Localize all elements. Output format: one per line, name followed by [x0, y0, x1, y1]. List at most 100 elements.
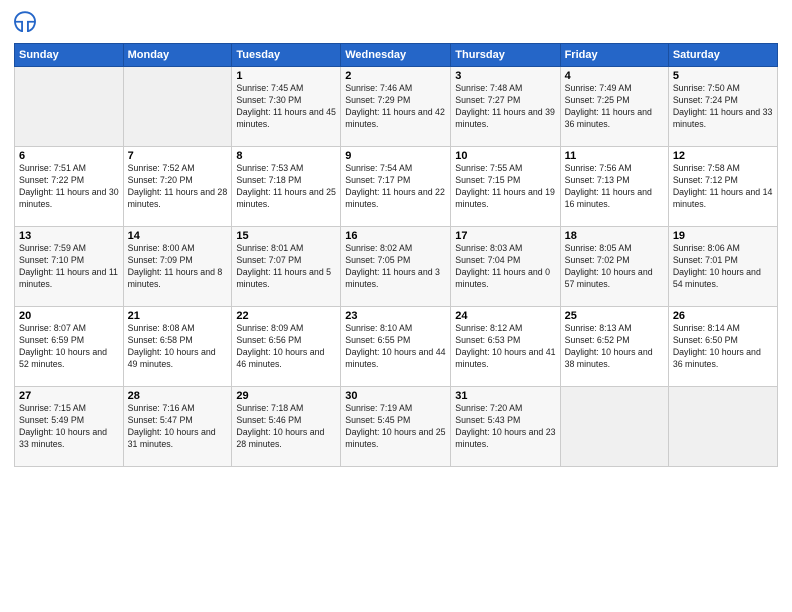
day-number: 27	[19, 390, 119, 402]
day-info: Sunrise: 7:20 AMSunset: 5:43 PMDaylight:…	[455, 403, 555, 449]
day-number: 11	[565, 150, 664, 162]
day-info: Sunrise: 8:01 AMSunset: 7:07 PMDaylight:…	[236, 243, 331, 289]
calendar-cell: 11Sunrise: 7:56 AMSunset: 7:13 PMDayligh…	[560, 147, 668, 227]
day-number: 25	[565, 310, 664, 322]
day-number: 1	[236, 70, 336, 82]
day-info: Sunrise: 7:49 AMSunset: 7:25 PMDaylight:…	[565, 83, 652, 129]
day-number: 5	[673, 70, 773, 82]
day-info: Sunrise: 7:51 AMSunset: 7:22 PMDaylight:…	[19, 163, 119, 209]
day-info: Sunrise: 8:08 AMSunset: 6:58 PMDaylight:…	[128, 323, 216, 369]
day-number: 28	[128, 390, 228, 402]
day-info: Sunrise: 8:14 AMSunset: 6:50 PMDaylight:…	[673, 323, 761, 369]
day-info: Sunrise: 8:13 AMSunset: 6:52 PMDaylight:…	[565, 323, 653, 369]
day-info: Sunrise: 8:03 AMSunset: 7:04 PMDaylight:…	[455, 243, 550, 289]
calendar-cell: 20Sunrise: 8:07 AMSunset: 6:59 PMDayligh…	[15, 307, 124, 387]
day-number: 29	[236, 390, 336, 402]
day-of-week-header: Friday	[560, 44, 668, 67]
calendar-header-row: SundayMondayTuesdayWednesdayThursdayFrid…	[15, 44, 778, 67]
calendar-cell: 14Sunrise: 8:00 AMSunset: 7:09 PMDayligh…	[123, 227, 232, 307]
day-of-week-header: Sunday	[15, 44, 124, 67]
calendar-cell: 19Sunrise: 8:06 AMSunset: 7:01 PMDayligh…	[668, 227, 777, 307]
calendar-cell: 27Sunrise: 7:15 AMSunset: 5:49 PMDayligh…	[15, 387, 124, 467]
calendar-cell: 24Sunrise: 8:12 AMSunset: 6:53 PMDayligh…	[451, 307, 560, 387]
day-of-week-header: Thursday	[451, 44, 560, 67]
day-number: 22	[236, 310, 336, 322]
day-number: 6	[19, 150, 119, 162]
calendar-week-row: 1Sunrise: 7:45 AMSunset: 7:30 PMDaylight…	[15, 67, 778, 147]
day-number: 3	[455, 70, 555, 82]
day-info: Sunrise: 7:53 AMSunset: 7:18 PMDaylight:…	[236, 163, 336, 209]
day-number: 24	[455, 310, 555, 322]
calendar-cell: 21Sunrise: 8:08 AMSunset: 6:58 PMDayligh…	[123, 307, 232, 387]
calendar-cell: 18Sunrise: 8:05 AMSunset: 7:02 PMDayligh…	[560, 227, 668, 307]
day-number: 31	[455, 390, 555, 402]
calendar-cell: 2Sunrise: 7:46 AMSunset: 7:29 PMDaylight…	[341, 67, 451, 147]
day-number: 9	[345, 150, 446, 162]
day-info: Sunrise: 7:50 AMSunset: 7:24 PMDaylight:…	[673, 83, 773, 129]
calendar-week-row: 6Sunrise: 7:51 AMSunset: 7:22 PMDaylight…	[15, 147, 778, 227]
header	[14, 10, 778, 37]
day-number: 17	[455, 230, 555, 242]
calendar-cell: 26Sunrise: 8:14 AMSunset: 6:50 PMDayligh…	[668, 307, 777, 387]
day-number: 23	[345, 310, 446, 322]
day-info: Sunrise: 8:05 AMSunset: 7:02 PMDaylight:…	[565, 243, 653, 289]
logo-icon	[14, 10, 36, 32]
day-of-week-header: Saturday	[668, 44, 777, 67]
calendar-cell: 30Sunrise: 7:19 AMSunset: 5:45 PMDayligh…	[341, 387, 451, 467]
calendar-cell: 29Sunrise: 7:18 AMSunset: 5:46 PMDayligh…	[232, 387, 341, 467]
day-number: 8	[236, 150, 336, 162]
calendar-cell: 5Sunrise: 7:50 AMSunset: 7:24 PMDaylight…	[668, 67, 777, 147]
calendar-cell: 13Sunrise: 7:59 AMSunset: 7:10 PMDayligh…	[15, 227, 124, 307]
day-info: Sunrise: 8:00 AMSunset: 7:09 PMDaylight:…	[128, 243, 223, 289]
calendar-cell: 4Sunrise: 7:49 AMSunset: 7:25 PMDaylight…	[560, 67, 668, 147]
calendar-table: SundayMondayTuesdayWednesdayThursdayFrid…	[14, 43, 778, 467]
day-number: 20	[19, 310, 119, 322]
day-info: Sunrise: 7:58 AMSunset: 7:12 PMDaylight:…	[673, 163, 773, 209]
day-of-week-header: Wednesday	[341, 44, 451, 67]
day-info: Sunrise: 8:12 AMSunset: 6:53 PMDaylight:…	[455, 323, 555, 369]
calendar-week-row: 27Sunrise: 7:15 AMSunset: 5:49 PMDayligh…	[15, 387, 778, 467]
day-info: Sunrise: 7:52 AMSunset: 7:20 PMDaylight:…	[128, 163, 228, 209]
calendar-cell: 6Sunrise: 7:51 AMSunset: 7:22 PMDaylight…	[15, 147, 124, 227]
day-number: 26	[673, 310, 773, 322]
day-info: Sunrise: 7:18 AMSunset: 5:46 PMDaylight:…	[236, 403, 324, 449]
day-number: 2	[345, 70, 446, 82]
day-number: 14	[128, 230, 228, 242]
calendar-cell: 28Sunrise: 7:16 AMSunset: 5:47 PMDayligh…	[123, 387, 232, 467]
day-info: Sunrise: 8:09 AMSunset: 6:56 PMDaylight:…	[236, 323, 324, 369]
calendar-cell: 15Sunrise: 8:01 AMSunset: 7:07 PMDayligh…	[232, 227, 341, 307]
calendar-cell: 10Sunrise: 7:55 AMSunset: 7:15 PMDayligh…	[451, 147, 560, 227]
calendar-cell: 1Sunrise: 7:45 AMSunset: 7:30 PMDaylight…	[232, 67, 341, 147]
day-info: Sunrise: 7:16 AMSunset: 5:47 PMDaylight:…	[128, 403, 216, 449]
calendar-cell: 23Sunrise: 8:10 AMSunset: 6:55 PMDayligh…	[341, 307, 451, 387]
calendar-week-row: 20Sunrise: 8:07 AMSunset: 6:59 PMDayligh…	[15, 307, 778, 387]
day-number: 16	[345, 230, 446, 242]
day-info: Sunrise: 8:02 AMSunset: 7:05 PMDaylight:…	[345, 243, 440, 289]
day-number: 12	[673, 150, 773, 162]
day-info: Sunrise: 8:10 AMSunset: 6:55 PMDaylight:…	[345, 323, 445, 369]
day-number: 21	[128, 310, 228, 322]
calendar-cell: 8Sunrise: 7:53 AMSunset: 7:18 PMDaylight…	[232, 147, 341, 227]
calendar-cell: 16Sunrise: 8:02 AMSunset: 7:05 PMDayligh…	[341, 227, 451, 307]
calendar-cell: 7Sunrise: 7:52 AMSunset: 7:20 PMDaylight…	[123, 147, 232, 227]
day-of-week-header: Monday	[123, 44, 232, 67]
calendar-cell	[123, 67, 232, 147]
calendar-cell: 9Sunrise: 7:54 AMSunset: 7:17 PMDaylight…	[341, 147, 451, 227]
day-number: 10	[455, 150, 555, 162]
day-info: Sunrise: 7:48 AMSunset: 7:27 PMDaylight:…	[455, 83, 555, 129]
day-info: Sunrise: 7:45 AMSunset: 7:30 PMDaylight:…	[236, 83, 336, 129]
day-number: 18	[565, 230, 664, 242]
day-number: 13	[19, 230, 119, 242]
day-info: Sunrise: 7:15 AMSunset: 5:49 PMDaylight:…	[19, 403, 107, 449]
calendar-week-row: 13Sunrise: 7:59 AMSunset: 7:10 PMDayligh…	[15, 227, 778, 307]
calendar-cell: 22Sunrise: 8:09 AMSunset: 6:56 PMDayligh…	[232, 307, 341, 387]
calendar-cell	[560, 387, 668, 467]
day-info: Sunrise: 7:59 AMSunset: 7:10 PMDaylight:…	[19, 243, 118, 289]
day-number: 4	[565, 70, 664, 82]
day-info: Sunrise: 7:54 AMSunset: 7:17 PMDaylight:…	[345, 163, 445, 209]
day-info: Sunrise: 7:55 AMSunset: 7:15 PMDaylight:…	[455, 163, 555, 209]
day-number: 15	[236, 230, 336, 242]
day-of-week-header: Tuesday	[232, 44, 341, 67]
day-info: Sunrise: 8:07 AMSunset: 6:59 PMDaylight:…	[19, 323, 107, 369]
day-info: Sunrise: 8:06 AMSunset: 7:01 PMDaylight:…	[673, 243, 761, 289]
